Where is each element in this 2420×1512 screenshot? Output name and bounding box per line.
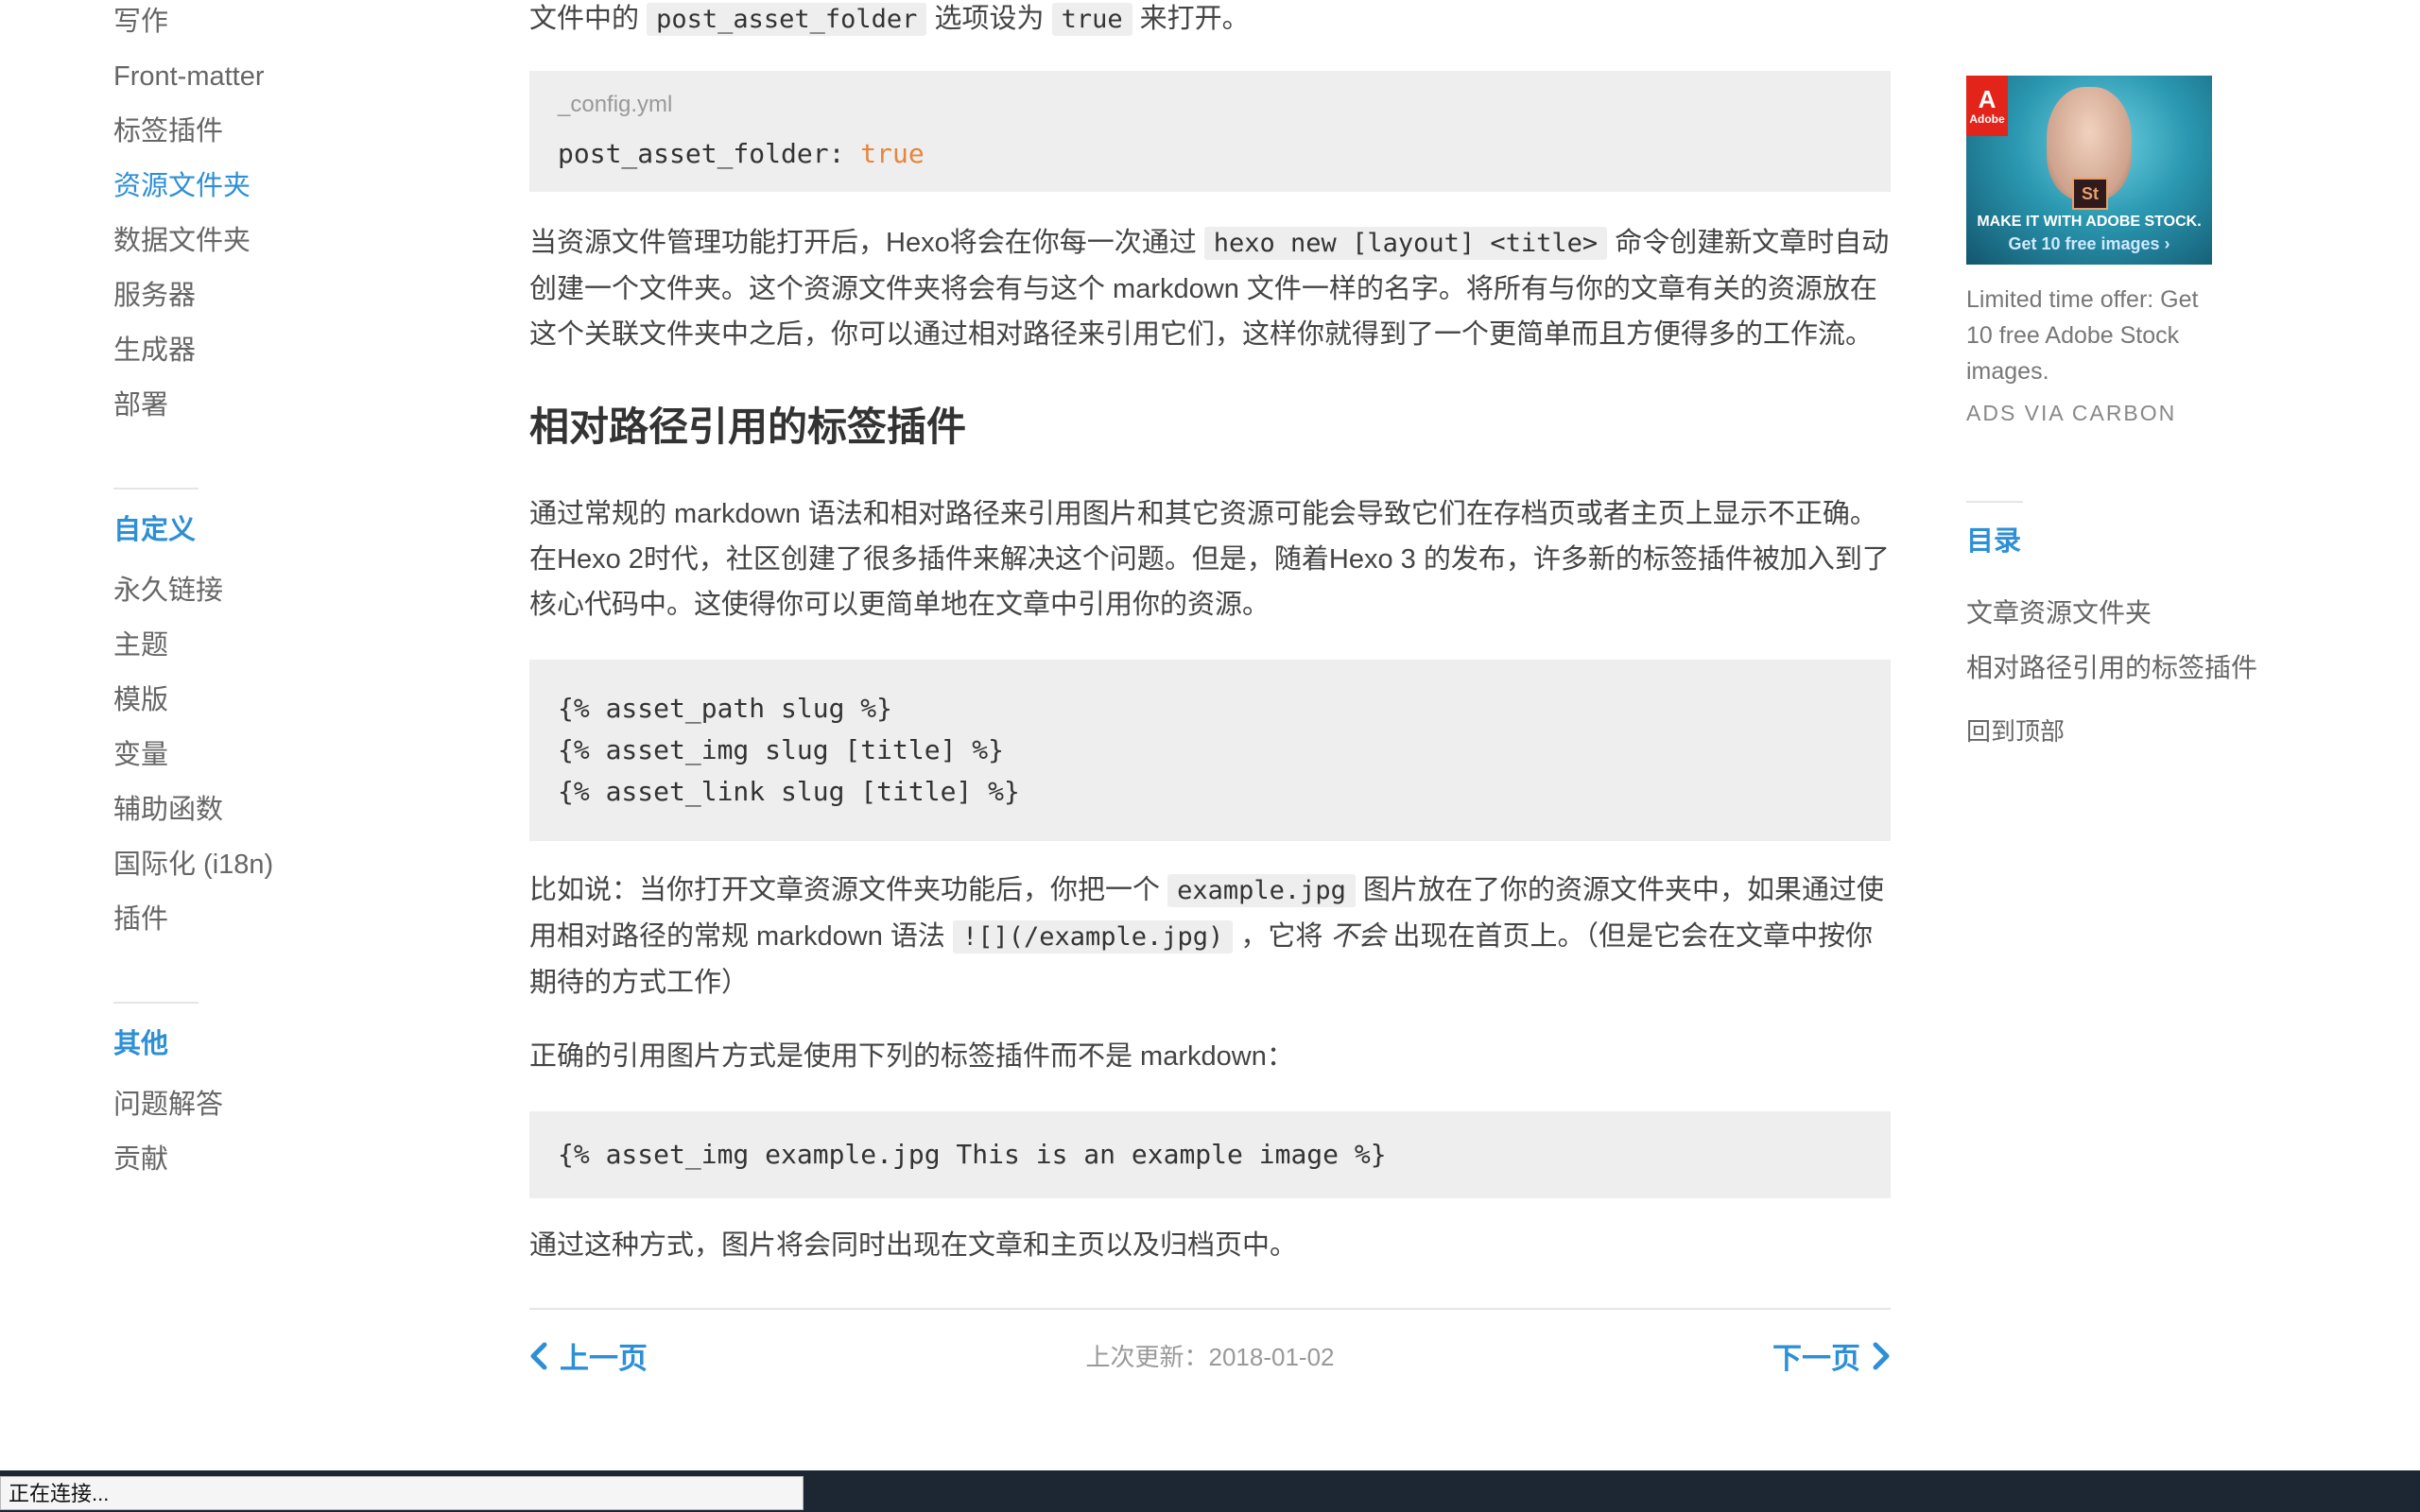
text-span: 比如说：当你打开文章资源文件夹功能后，你把一个 [529, 875, 1161, 905]
ad-headline: MAKE IT WITH ADOBE STOCK. [1977, 214, 2202, 230]
toc-item-tag-plugins[interactable]: 相对路径引用的标签插件 [1966, 641, 2344, 696]
code-value: true [860, 138, 925, 169]
sidebar-item-troubleshooting[interactable]: 问题解答 [113, 1077, 454, 1132]
article-content: 文件中的 post_asset_folder 选项设为 true 来打开。 _c… [529, 0, 1891, 1268]
sidebar-item-contributing[interactable]: 贡献 [113, 1132, 454, 1187]
toc-item-asset-folder[interactable]: 文章资源文件夹 [1966, 586, 2344, 641]
text-span: 文件中的 [529, 4, 640, 34]
paragraph-example: 比如说：当你打开文章资源文件夹功能后，你把一个 example.jpg 图片放在… [529, 868, 1891, 1005]
sidebar-group-other: 其他 问题解答 贡献 [113, 1002, 454, 1187]
code-key: post_asset_folder: [558, 138, 861, 169]
adobe-stock-icon: St [2072, 178, 2108, 210]
browser-status-bar: 正在连接... [0, 1470, 2420, 1512]
paragraph-result: 通过这种方式，图片将会同时出现在文章和主页以及归档页中。 [529, 1230, 1298, 1261]
sidebar-group-customize: 自定义 永久链接 主题 模版 变量 辅助函数 国际化 (i18n) 插件 [113, 488, 454, 947]
status-text: 正在连接... [0, 1476, 804, 1510]
adobe-logo-icon: A Adobe [1966, 76, 2008, 136]
table-of-contents: 目录 文章资源文件夹 相对路径引用的标签插件 回到顶部 [1966, 501, 2344, 747]
text-span: 来打开。 [1139, 4, 1250, 34]
back-to-top-link[interactable]: 回到顶部 [1966, 713, 2344, 747]
sidebar-group-title-other: 其他 [113, 1029, 169, 1059]
section-heading: 相对路径引用的标签插件 [529, 404, 967, 449]
code-block-asset-img: {% asset_img example.jpg This is an exam… [529, 1111, 1891, 1198]
sidebar-item-i18n[interactable]: 国际化 (i18n) [113, 837, 454, 892]
emphasis: 不会 [1330, 921, 1386, 952]
ad-cta: Get 10 free images › [2008, 234, 2170, 253]
sidebar-item-deployment[interactable]: 部署 [113, 378, 454, 433]
inline-code: ![](/example.jpg) [952, 920, 1234, 954]
code-block-asset-tags: {% asset_path slug %} {% asset_img slug … [529, 660, 1891, 841]
inline-code: example.jpg [1167, 874, 1356, 907]
text-span: ，它将 [1240, 921, 1323, 952]
sidebar-item-permalinks[interactable]: 永久链接 [113, 563, 454, 618]
sidebar-item-helpers[interactable]: 辅助函数 [113, 782, 454, 837]
sidebar-item-templates[interactable]: 模版 [113, 673, 454, 728]
sidebar-item-themes[interactable]: 主题 [113, 618, 454, 673]
inline-code: hexo new [layout] <title> [1203, 227, 1608, 260]
sidebar-item-variables[interactable]: 变量 [113, 728, 454, 782]
sidebar-item-server[interactable]: 服务器 [113, 268, 454, 323]
sidebar-divider [113, 488, 199, 490]
text-span: 当资源文件管理功能打开后，Hexo将会在你每一次通过 [529, 228, 1197, 258]
adobe-logo-text: Adobe [1969, 112, 2005, 126]
sidebar-item-plugins[interactable]: 插件 [113, 892, 454, 947]
next-page-link[interactable]: 下一页 [1772, 1334, 1891, 1377]
carbon-ad-image[interactable]: A Adobe St MAKE IT WITH ADOBE STOCK. Get… [1966, 76, 2212, 265]
inline-code: post_asset_folder [647, 3, 927, 36]
sidebar-divider [113, 1002, 199, 1004]
paragraph-asset-management: 当资源文件管理功能打开后，Hexo将会在你每一次通过 hexo new [lay… [529, 220, 1891, 357]
toc-title: 目录 [1966, 526, 2022, 557]
sidebar-item-asset-folders[interactable]: 资源文件夹 [113, 159, 454, 214]
chevron-right-icon [1873, 1342, 1890, 1369]
sidebar-group-title-customize: 自定义 [113, 515, 197, 545]
paragraph-intro: 文件中的 post_asset_folder 选项设为 true 来打开。 [529, 0, 1891, 43]
article-footer-nav: 上一页 上次更新：2018-01-02 下一页 [529, 1308, 1891, 1395]
sidebar-item-data-files[interactable]: 数据文件夹 [113, 214, 454, 268]
text-span: 选项设为 [934, 4, 1045, 34]
next-page-label: 下一页 [1772, 1342, 1860, 1375]
carbon-ad-via[interactable]: ADS VIA CARBON [1966, 401, 2176, 426]
paragraph-correct-way: 正确的引用图片方式是使用下列的标签插件而不是 markdown： [529, 1041, 1294, 1072]
last-updated: 上次更新：2018-01-02 [1085, 1343, 1335, 1371]
inline-code: true [1051, 3, 1132, 36]
browser-viewport: 写作 Front-matter 标签插件 资源文件夹 数据文件夹 服务器 生成器… [0, 0, 2420, 1512]
adobe-a-glyph: A [1978, 85, 1996, 113]
code-block-config: _config.yml post_asset_folder: true [529, 71, 1891, 192]
docs-sidebar: 写作 Front-matter 标签插件 资源文件夹 数据文件夹 服务器 生成器… [113, 0, 454, 1187]
sidebar-item-tag-plugins[interactable]: 标签插件 [113, 104, 454, 159]
paragraph-tag-plugins: 通过常规的 markdown 语法和相对路径来引用图片和其它资源可能会导致它们在… [529, 499, 1890, 620]
carbon-ad-text[interactable]: Limited time offer: Get 10 free Adobe St… [1966, 282, 2231, 389]
code-caption: _config.yml [558, 92, 673, 117]
sidebar-item-writing[interactable]: 写作 [113, 0, 454, 49]
sidebar-item-generating[interactable]: 生成器 [113, 323, 454, 378]
sidebar-item-front-matter[interactable]: Front-matter [113, 49, 454, 104]
toc-divider [1966, 501, 2023, 503]
